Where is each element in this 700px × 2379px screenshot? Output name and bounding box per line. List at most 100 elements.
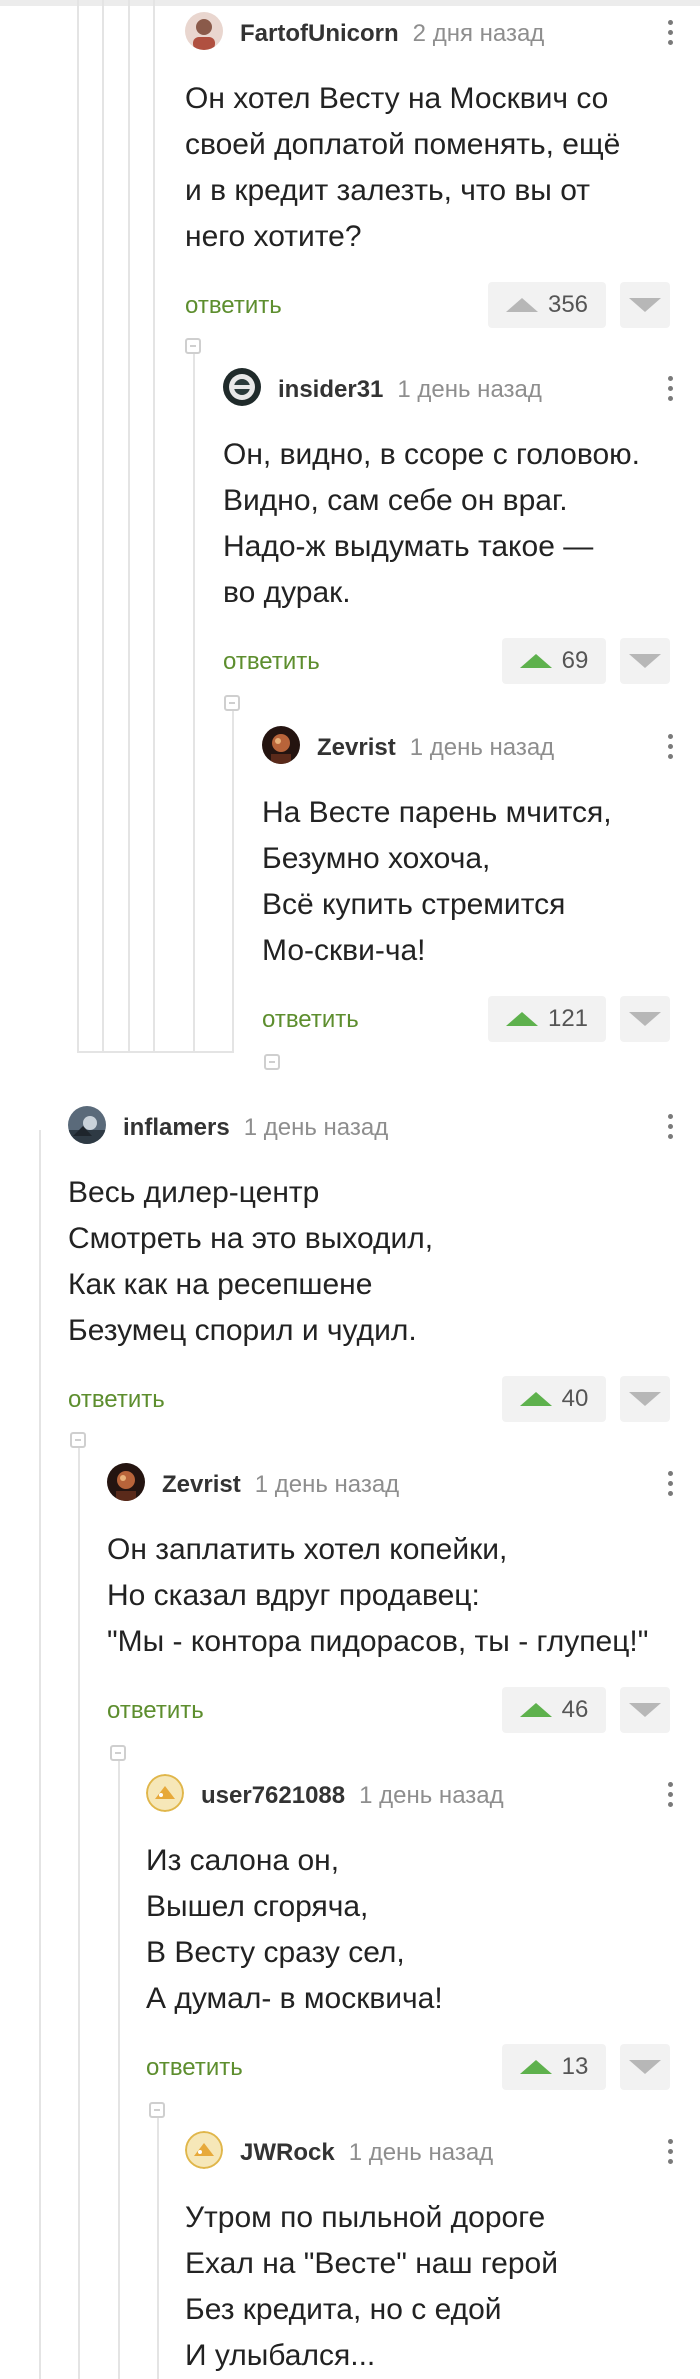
upvote-icon	[519, 654, 552, 668]
collapse-icon[interactable]	[264, 1054, 280, 1070]
downvote-button[interactable]	[620, 2044, 670, 2090]
upvote-icon	[519, 1703, 552, 1717]
username[interactable]: insider31 1 день назад	[278, 376, 542, 404]
comment-line: На Весте парень мчится,	[262, 796, 612, 829]
timestamp: 1 день назад	[359, 1782, 504, 1809]
username[interactable]: Zevrist 1 день назад	[162, 1471, 399, 1499]
thread-line	[102, 0, 104, 1052]
rating-count: 121	[547, 1005, 589, 1032]
comment-line: В Весту сразу сел,	[146, 1936, 405, 1969]
upvote-button[interactable]: 40	[502, 1376, 606, 1422]
more-icon[interactable]	[660, 1774, 680, 1814]
top-edge	[0, 0, 700, 6]
more-icon[interactable]	[660, 368, 680, 408]
comment-line: И улыбался...	[185, 2339, 376, 2372]
upvote-button[interactable]: 13	[502, 2044, 606, 2090]
comment-line: Он заплатить хотел копейки,	[107, 1533, 508, 1566]
upvote-button[interactable]: 121	[488, 996, 606, 1042]
avatar[interactable]	[262, 726, 300, 764]
more-icon[interactable]	[660, 726, 680, 766]
comment-actions: ответить 356	[185, 282, 670, 328]
reply-link[interactable]: ответить	[68, 1386, 165, 1414]
downvote-icon	[629, 1703, 661, 1717]
avatar[interactable]	[107, 1463, 145, 1501]
username[interactable]: inflamers 1 день назад	[123, 1114, 388, 1142]
rating-count: 40	[561, 1385, 589, 1412]
comment-line: Надо-ж выдумать такое —	[223, 530, 594, 563]
comment-line: Смотреть на это выходил,	[68, 1222, 434, 1255]
thread-line-end	[77, 1051, 234, 1053]
reply-link[interactable]: ответить	[223, 648, 320, 676]
comment-line: Без кредита, но с едой	[185, 2293, 502, 2326]
downvote-button[interactable]	[620, 996, 670, 1042]
comment-header: Zevrist 1 день назад	[262, 726, 673, 766]
thread-line	[157, 2102, 159, 2379]
downvote-button[interactable]	[620, 1376, 670, 1422]
upvote-button[interactable]: 356	[488, 282, 606, 328]
upvote-button[interactable]: 46	[502, 1687, 606, 1733]
comment-line: во дурак.	[223, 576, 351, 609]
comment-line: Безумец спорил и чудил.	[68, 1314, 417, 1347]
timestamp: 1 день назад	[409, 734, 555, 761]
comment-header: user7621088 1 день назад	[146, 1774, 673, 1814]
downvote-button[interactable]	[620, 638, 670, 684]
avatar[interactable]	[146, 1774, 184, 1812]
thread-line	[78, 1432, 80, 2379]
comment-actions: ответить 121	[262, 996, 670, 1042]
avatar[interactable]	[68, 1106, 106, 1144]
avatar[interactable]	[185, 2131, 223, 2169]
comment-line: Безумно хохоча,	[262, 842, 491, 875]
collapse-icon[interactable]	[185, 338, 201, 354]
comment-header: Zevrist 1 день назад	[107, 1463, 673, 1503]
reply-link[interactable]: ответить	[262, 1006, 359, 1034]
comment-header: inflamers 1 день назад	[68, 1106, 673, 1146]
thread-line	[128, 0, 130, 1052]
username[interactable]: user7621088 1 день назад	[201, 1782, 504, 1810]
comment-actions: ответить 40	[68, 1376, 670, 1422]
comment-line: Он хотел Весту на Москвич со	[185, 82, 609, 115]
comment-line: Ехал на "Весте" наш герой	[185, 2247, 558, 2280]
downvote-icon	[629, 298, 661, 312]
collapse-icon[interactable]	[110, 1745, 126, 1761]
comment-line: Видно, сам себе он враг.	[223, 484, 568, 517]
thread-line	[118, 1745, 120, 2379]
avatar[interactable]	[185, 12, 223, 50]
more-icon[interactable]	[660, 12, 680, 52]
thread-line	[77, 0, 79, 1052]
reply-link[interactable]: ответить	[185, 292, 282, 320]
timestamp: 1 день назад	[243, 1114, 389, 1141]
more-icon[interactable]	[660, 2131, 680, 2171]
downvote-button[interactable]	[620, 282, 670, 328]
comment: insider31 1 день назад Он, видно, в ссоре…	[223, 368, 673, 684]
more-icon[interactable]	[660, 1463, 680, 1503]
comment: inflamers 1 день назад Весь дилер-центр С…	[68, 1106, 673, 1422]
collapse-icon[interactable]	[70, 1432, 86, 1448]
rating-count: 69	[561, 647, 589, 674]
comment-line: Как как на ресепшене	[68, 1268, 373, 1301]
comment-text: Он заплатить хотел копейки, Но сказал вд…	[107, 1527, 670, 1665]
downvote-button[interactable]	[620, 1687, 670, 1733]
comment-text: Из салона он, Вышел сгоряча, В Весту сра…	[146, 1838, 670, 2022]
username[interactable]: JWRock 1 день назад	[240, 2139, 493, 2167]
downvote-icon	[629, 1012, 661, 1026]
comment-line: "Мы - контора пидорасов, ты - глупец!"	[107, 1625, 649, 1658]
username[interactable]: FartofUnicorn 2 дня назад	[240, 20, 544, 48]
avatar[interactable]	[223, 368, 261, 406]
reply-link[interactable]: ответить	[107, 1697, 204, 1725]
comment-header: JWRock 1 день назад	[185, 2131, 673, 2171]
comment-line: А думал- в москвича!	[146, 1982, 443, 2015]
comment-line: Он, видно, в ссоре с головою.	[223, 438, 640, 471]
comment: Zevrist 1 день назад Он заплатить хотел к…	[107, 1463, 673, 1733]
rating-count: 13	[561, 2053, 589, 2080]
username[interactable]: Zevrist 1 день назад	[317, 734, 554, 762]
collapse-icon[interactable]	[149, 2102, 165, 2118]
collapse-icon[interactable]	[224, 695, 240, 711]
reply-link[interactable]: ответить	[146, 2054, 243, 2082]
upvote-button[interactable]: 69	[502, 638, 606, 684]
timestamp: 1 день назад	[254, 1471, 400, 1498]
rating-count: 46	[561, 1696, 589, 1723]
more-icon[interactable]	[660, 1106, 680, 1146]
upvote-icon	[519, 1392, 552, 1406]
comment-actions: ответить 46	[107, 1687, 670, 1733]
comment-line: и в кредит залезть, что вы от	[185, 174, 590, 207]
